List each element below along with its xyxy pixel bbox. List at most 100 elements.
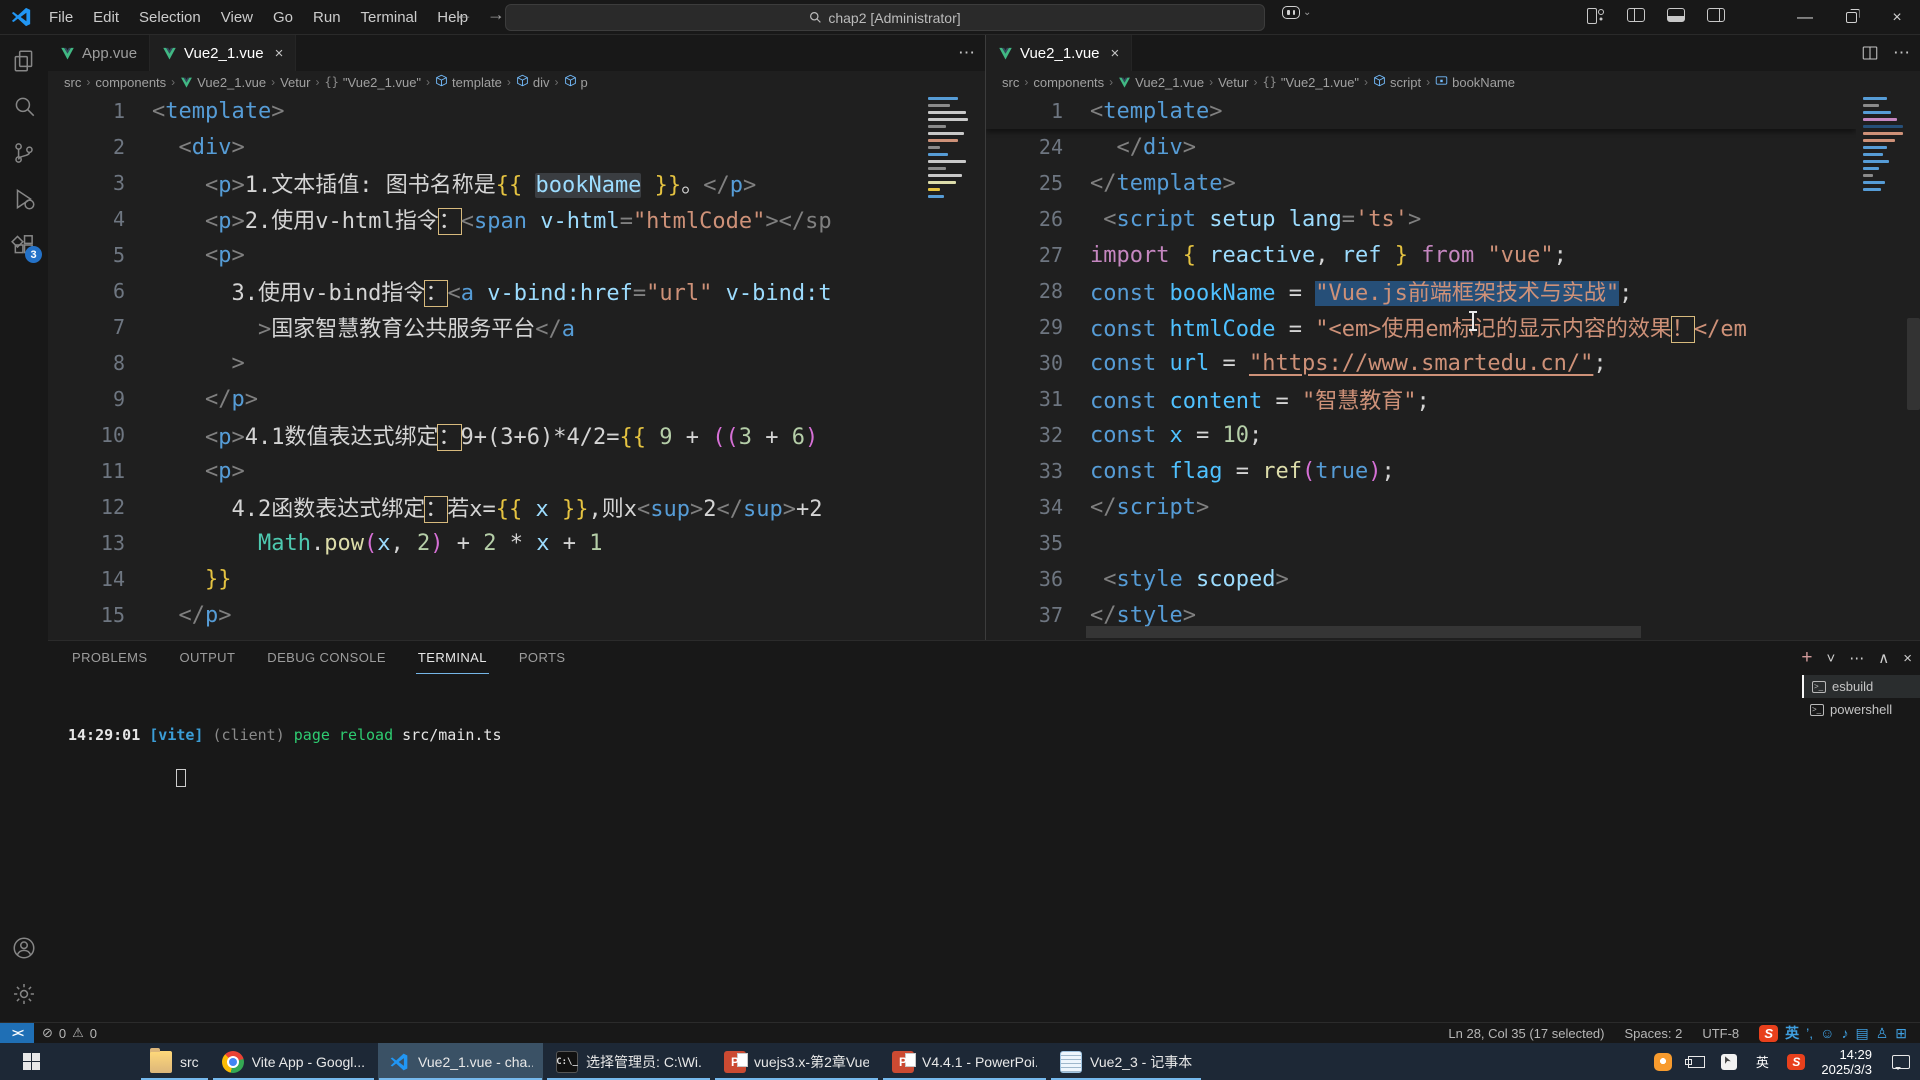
code-line[interactable]: 2 <div> bbox=[48, 129, 924, 165]
network-icon[interactable] bbox=[1688, 1056, 1705, 1068]
code-line[interactable]: 12 4.2函数表达式绑定：若x={{ x }},则x<sup>2</sup>+… bbox=[48, 489, 924, 525]
tray-app-icon[interactable] bbox=[1654, 1053, 1672, 1071]
menu-go[interactable]: Go bbox=[264, 5, 302, 30]
remote-indicator[interactable]: >< bbox=[0, 1023, 34, 1044]
panel-tab-debug-console[interactable]: DEBUG CONSOLE bbox=[265, 642, 388, 674]
breadcrumb-item[interactable]: Vetur bbox=[1218, 75, 1248, 90]
panel-tab-ports[interactable]: PORTS bbox=[517, 642, 568, 674]
code-line[interactable]: 32const x = 10; bbox=[986, 417, 1856, 453]
code-line[interactable]: 15 </p> bbox=[48, 597, 924, 633]
more-actions-icon[interactable]: ⋯ bbox=[958, 43, 975, 63]
taskbar-clock[interactable]: 14:29 2025/3/3 bbox=[1821, 1047, 1872, 1077]
breadcrumb-item[interactable]: script bbox=[1373, 74, 1421, 90]
breadcrumb-item[interactable]: template bbox=[435, 74, 502, 90]
more-actions-icon[interactable]: ⋯ bbox=[1893, 43, 1910, 63]
breadcrumb[interactable]: src›components›Vue2_1.vue›Vetur›{}"Vue2_… bbox=[986, 71, 1920, 93]
tab-close-icon[interactable]: × bbox=[1111, 45, 1120, 62]
breadcrumb-item[interactable]: div bbox=[516, 74, 550, 90]
tab-Vue2_1.vue[interactable]: Vue2_1.vue× bbox=[986, 35, 1132, 71]
breadcrumb-item[interactable]: Vue2_1.vue bbox=[1118, 75, 1204, 90]
code-line[interactable]: 1<template> bbox=[48, 93, 924, 129]
run-debug-icon[interactable] bbox=[8, 183, 40, 215]
terminal-dropdown-icon[interactable]: ˅ bbox=[1826, 650, 1835, 667]
panel-close-icon[interactable]: × bbox=[1903, 650, 1912, 667]
taskbar-item-vscode[interactable]: Vue2_1.vue - cha... bbox=[378, 1043, 543, 1080]
close-button[interactable]: × bbox=[1874, 0, 1920, 35]
breadcrumb-item[interactable]: components bbox=[1033, 75, 1104, 90]
ime-tool-icon[interactable]: ▤ bbox=[1855, 1025, 1868, 1041]
menu-view[interactable]: View bbox=[212, 5, 262, 30]
code-line[interactable]: 1<template> bbox=[986, 93, 1856, 129]
sogou-tray-icon[interactable]: S bbox=[1787, 1054, 1805, 1070]
sogou-icon[interactable]: S bbox=[1759, 1025, 1778, 1042]
breadcrumb[interactable]: src›components›Vue2_1.vue›Vetur›{}"Vue2_… bbox=[48, 71, 985, 93]
command-center-search[interactable]: chap2 [Administrator] bbox=[505, 4, 1265, 31]
taskbar-item-folder[interactable]: src bbox=[140, 1043, 209, 1080]
tab-close-icon[interactable]: × bbox=[275, 45, 284, 62]
menu-selection[interactable]: Selection bbox=[130, 5, 210, 30]
taskbar-item-ppt[interactable]: PV4.4.1 - PowerPoi... bbox=[882, 1043, 1047, 1080]
tab-Vue2_1.vue[interactable]: Vue2_1.vue× bbox=[150, 35, 296, 71]
breadcrumb-item[interactable]: Vue2_1.vue bbox=[180, 75, 266, 90]
breadcrumb-item[interactable]: Vetur bbox=[280, 75, 310, 90]
code-editor-left[interactable]: 1<template>2 <div>3 <p>1.文本插值: 图书名称是{{ b… bbox=[48, 93, 924, 640]
ime-toolbar[interactable]: S 英 ’, ☺ ♪ ▤ ♙ ⊞ bbox=[1759, 1023, 1914, 1043]
breadcrumb-item[interactable]: p bbox=[564, 74, 588, 90]
terminal-instance-esbuild[interactable]: >_esbuild bbox=[1802, 675, 1920, 698]
code-line[interactable]: 13 Math.pow(x, 2) + 2 * x + 1 bbox=[48, 525, 924, 561]
code-line[interactable]: 14 }} bbox=[48, 561, 924, 597]
ime-tool-icon[interactable]: ⊞ bbox=[1895, 1025, 1907, 1041]
toggle-panel-icon[interactable] bbox=[1667, 8, 1685, 22]
code-line[interactable]: 35 bbox=[986, 525, 1856, 561]
taskbar-item-ppt[interactable]: Pvuejs3.x-第2章Vue... bbox=[714, 1043, 879, 1080]
code-line[interactable]: 11 <p> bbox=[48, 453, 924, 489]
copilot-button[interactable]: ⌄ bbox=[1282, 6, 1311, 19]
minimize-button[interactable]: — bbox=[1782, 0, 1828, 35]
start-button[interactable] bbox=[0, 1043, 62, 1080]
ime-tool-icon[interactable]: ♪ bbox=[1841, 1025, 1848, 1041]
vertical-scrollbar[interactable] bbox=[1907, 318, 1920, 410]
code-line[interactable]: 25</template> bbox=[986, 165, 1856, 201]
ime-language-toggle[interactable]: 英 bbox=[1785, 1023, 1799, 1043]
indentation-status[interactable]: Spaces: 2 bbox=[1625, 1026, 1683, 1041]
source-control-icon[interactable] bbox=[8, 137, 40, 169]
taskbar-item-chrome[interactable]: Vite App - Googl... bbox=[212, 1043, 375, 1080]
pointer-utility-icon[interactable] bbox=[1721, 1054, 1737, 1070]
terminal-instance-powershell[interactable]: >_powershell bbox=[1802, 698, 1920, 721]
taskbar-item-notepad[interactable]: Vue2_3 - 记事本 bbox=[1050, 1043, 1202, 1080]
notification-center-icon[interactable] bbox=[1892, 1055, 1910, 1069]
code-line[interactable]: 34</script> bbox=[986, 489, 1856, 525]
customize-layout-icon[interactable] bbox=[1587, 8, 1605, 22]
tab-App.vue[interactable]: App.vue bbox=[48, 35, 150, 71]
code-line[interactable]: 3 <p>1.文本插值: 图书名称是{{ bookName }}。</p> bbox=[48, 165, 924, 201]
menu-file[interactable]: File bbox=[40, 5, 82, 30]
menu-edit[interactable]: Edit bbox=[84, 5, 128, 30]
code-line[interactable]: 30const url = "https://www.smartedu.cn/"… bbox=[986, 345, 1856, 381]
ime-tool-icon[interactable]: ’, bbox=[1806, 1025, 1813, 1041]
breadcrumb-item[interactable]: {}"Vue2_1.vue" bbox=[1262, 75, 1359, 90]
explorer-icon[interactable] bbox=[8, 45, 40, 77]
panel-tab-problems[interactable]: PROBLEMS bbox=[70, 642, 149, 674]
new-terminal-button[interactable]: + bbox=[1801, 647, 1812, 669]
ime-tool-icon[interactable]: ☺ bbox=[1820, 1025, 1834, 1041]
ime-tool-icon[interactable]: ♙ bbox=[1876, 1025, 1889, 1041]
code-line[interactable]: 26 <script setup lang='ts'> bbox=[986, 201, 1856, 237]
code-editor-right[interactable]: 1<template>24 </div>25</template>26 <scr… bbox=[986, 93, 1856, 640]
menu-run[interactable]: Run bbox=[304, 5, 350, 30]
nav-back-button[interactable]: ← bbox=[455, 4, 473, 25]
settings-gear-icon[interactable] bbox=[8, 978, 40, 1010]
ime-language-indicator[interactable]: 英 bbox=[1753, 1054, 1771, 1070]
breadcrumb-item[interactable]: bookName bbox=[1435, 74, 1515, 90]
encoding-status[interactable]: UTF-8 bbox=[1702, 1026, 1739, 1041]
code-line[interactable]: 27import { reactive, ref } from "vue"; bbox=[986, 237, 1856, 273]
account-icon[interactable] bbox=[8, 932, 40, 964]
code-line[interactable]: 7 >国家智慧教育公共服务平台</a bbox=[48, 309, 924, 345]
taskbar-item-cmd[interactable]: C:\_选择管理员: C:\Wi... bbox=[546, 1043, 711, 1080]
split-editor-icon[interactable] bbox=[1861, 44, 1879, 62]
breadcrumb-item[interactable]: src bbox=[64, 75, 81, 90]
code-line[interactable]: 4 <p>2.使用v-html指令：<span v-html="htmlCode… bbox=[48, 201, 924, 237]
breadcrumb-item[interactable]: components bbox=[95, 75, 166, 90]
extensions-icon[interactable]: 3 bbox=[8, 229, 40, 261]
code-line[interactable]: 9 </p> bbox=[48, 381, 924, 417]
restore-button[interactable] bbox=[1828, 0, 1874, 35]
